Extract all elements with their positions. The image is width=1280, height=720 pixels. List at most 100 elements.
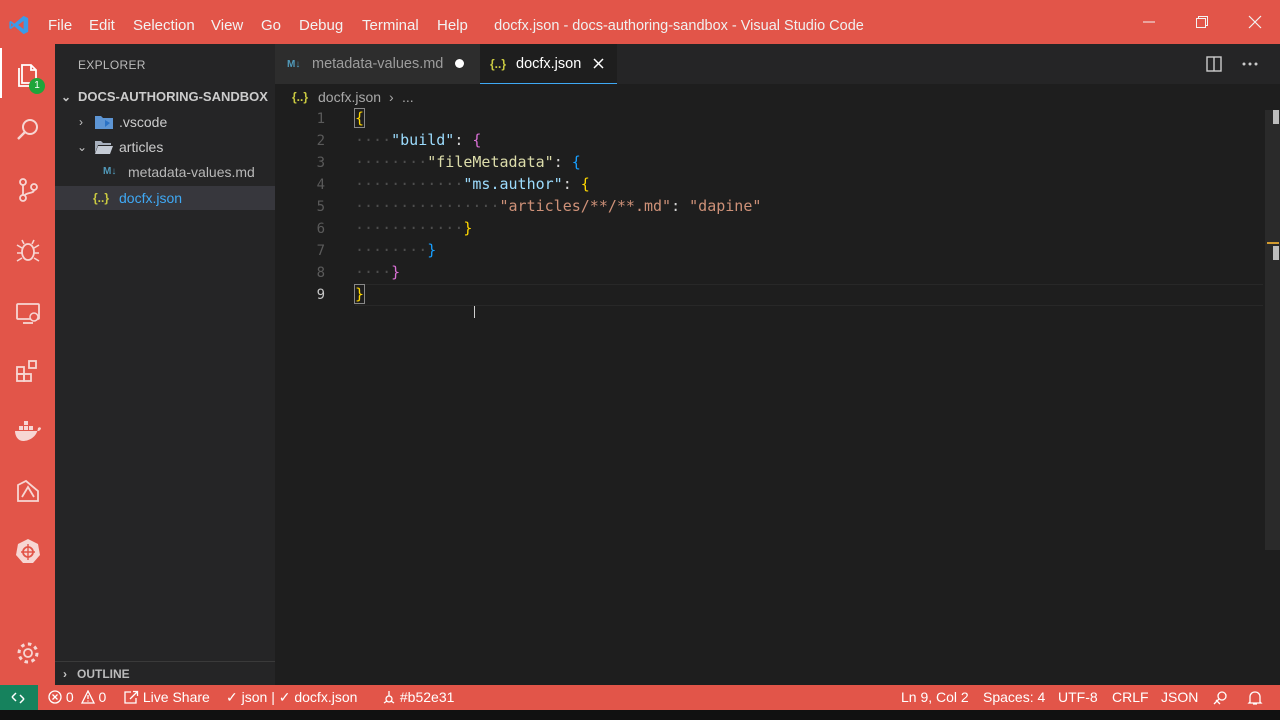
more-actions-icon[interactable] [1242, 62, 1258, 66]
restore-icon[interactable] [1182, 10, 1222, 40]
folder-vscode-icon [95, 116, 113, 129]
commit-label: #b52e31 [399, 689, 455, 705]
json-key: "fileMetadata" [427, 153, 554, 171]
line-number: 3 [316, 155, 325, 171]
docker-icon[interactable] [0, 406, 55, 456]
git-commit-indicator[interactable]: #b52e31 [382, 689, 454, 705]
json-value: "dapine" [689, 197, 762, 215]
tree-item-docfx-json[interactable]: {..} docfx.json [55, 186, 275, 210]
tree-item-articles[interactable]: ⌄ articles [55, 135, 275, 159]
workspace-name: DOCS-AUTHORING-SANDBOX [78, 89, 268, 104]
remote-explorer-icon[interactable] [0, 288, 55, 338]
tree-item-label: docfx.json [119, 190, 183, 206]
eol-setting[interactable]: CRLF [1112, 689, 1149, 705]
problems-indicator[interactable]: 0 0 [48, 689, 106, 705]
remote-icon [11, 692, 25, 704]
code-line-8: ····} [355, 263, 401, 281]
outline-section[interactable]: › OUTLINE [55, 661, 275, 686]
minimize-icon[interactable] [1129, 10, 1169, 40]
line-number: 2 [316, 133, 325, 149]
commit-icon [383, 691, 395, 704]
code-line-3: ········"fileMetadata": { [355, 153, 581, 171]
tree-item-label: metadata-values.md [128, 164, 255, 180]
breadcrumb-file[interactable]: docfx.json [318, 86, 381, 108]
markdown-file-icon: M↓ [287, 58, 301, 70]
tree-item-vscode[interactable]: › .vscode [55, 110, 275, 134]
live-share-button[interactable]: Live Share [124, 689, 210, 705]
code-line-1: { [353, 108, 366, 128]
json-validation-status[interactable]: ✓ json | ✓ docfx.json [226, 689, 357, 706]
sidebar-header: EXPLORER [78, 58, 146, 72]
code-line-2: ····"build": { [355, 131, 482, 149]
vertical-scrollbar[interactable] [1265, 110, 1280, 550]
current-line-highlight [355, 284, 1263, 306]
bell-icon[interactable] [1247, 690, 1263, 706]
line-number-active: 9 [316, 287, 325, 303]
json-key: "articles/**/**.md" [499, 197, 672, 215]
workspace-header[interactable]: ⌄ DOCS-AUTHORING-SANDBOX [55, 85, 275, 109]
chevron-down-icon: ⌄ [77, 140, 88, 154]
warning-count: 0 [98, 689, 107, 705]
file-check-label: docfx.json [294, 689, 358, 705]
line-number: 7 [316, 243, 325, 259]
code-line-5: ················"articles/**/**.md": "da… [355, 197, 762, 215]
feedback-icon[interactable] [1213, 690, 1229, 706]
tree-item-label: .vscode [119, 114, 168, 130]
tree-item-label: articles [119, 139, 164, 155]
debug-icon[interactable] [0, 225, 55, 275]
indentation-setting[interactable]: Spaces: 4 [983, 689, 1045, 705]
split-editor-icon[interactable] [1206, 56, 1222, 72]
explorer-sidebar: EXPLORER ⌄ DOCS-AUTHORING-SANDBOX › .vsc… [55, 44, 275, 685]
error-icon [48, 690, 62, 704]
status-bar: 0 0 Live Share ✓ json | ✓ docfx.json #b5… [0, 685, 1280, 710]
code-line-4: ············"ms.author": { [355, 175, 590, 193]
json-check-label: json [241, 689, 268, 705]
explorer-icon[interactable]: 1 [0, 48, 55, 98]
folder-open-icon [95, 141, 113, 154]
close-tab-icon[interactable] [593, 58, 604, 69]
close-icon[interactable] [1235, 10, 1275, 40]
line-number: 5 [316, 199, 325, 215]
warning-icon [80, 689, 95, 704]
breadcrumb-more[interactable]: ... [402, 86, 414, 108]
live-share-icon [124, 690, 139, 704]
kubernetes-icon[interactable] [0, 526, 55, 576]
tab-label: docfx.json [516, 55, 582, 72]
explorer-badge: 1 [29, 78, 45, 94]
json-file-icon: {..} [490, 56, 507, 71]
line-number: 1 [316, 111, 325, 127]
line-number: 6 [316, 221, 325, 237]
remote-indicator[interactable] [0, 685, 38, 710]
outline-label: OUTLINE [77, 667, 130, 681]
chevron-right-icon: › [63, 667, 67, 681]
source-control-icon[interactable] [0, 165, 55, 215]
azure-icon[interactable] [0, 466, 55, 516]
live-share-label: Live Share [142, 689, 210, 705]
gear-icon[interactable] [0, 628, 55, 678]
code-line-9: } [353, 284, 366, 304]
line-number: 8 [316, 265, 325, 281]
window-bottom-edge [0, 710, 1280, 720]
tab-bar: M↓ metadata-values.md {..} docfx.json [275, 44, 1280, 84]
code-editor[interactable]: {..} docfx.json › ... 1 2 3 4 5 6 7 8 9 … [275, 84, 1280, 685]
markdown-file-icon: M↓ [103, 166, 117, 177]
unsaved-dot-icon[interactable] [455, 59, 464, 68]
tab-docfx-json[interactable]: {..} docfx.json [480, 44, 617, 84]
encoding-setting[interactable]: UTF-8 [1058, 689, 1098, 705]
tree-item-metadata-values[interactable]: M↓ metadata-values.md [55, 160, 275, 184]
mouse-cursor [474, 306, 475, 318]
json-key: "build" [391, 131, 455, 149]
extensions-icon[interactable] [0, 346, 55, 396]
code-line-7: ········} [355, 241, 437, 259]
json-file-icon: {..} [292, 90, 309, 104]
line-number: 4 [316, 177, 325, 193]
code-line-6: ············} [355, 219, 473, 237]
activity-bar: 1 [0, 44, 55, 685]
chevron-right-icon: › [79, 115, 83, 129]
error-count: 0 [65, 689, 74, 705]
search-icon[interactable] [0, 105, 55, 155]
json-file-icon: {..} [93, 191, 110, 205]
language-mode[interactable]: JSON [1161, 689, 1198, 705]
tab-metadata-values[interactable]: M↓ metadata-values.md [275, 44, 480, 84]
cursor-position[interactable]: Ln 9, Col 2 [901, 689, 969, 705]
